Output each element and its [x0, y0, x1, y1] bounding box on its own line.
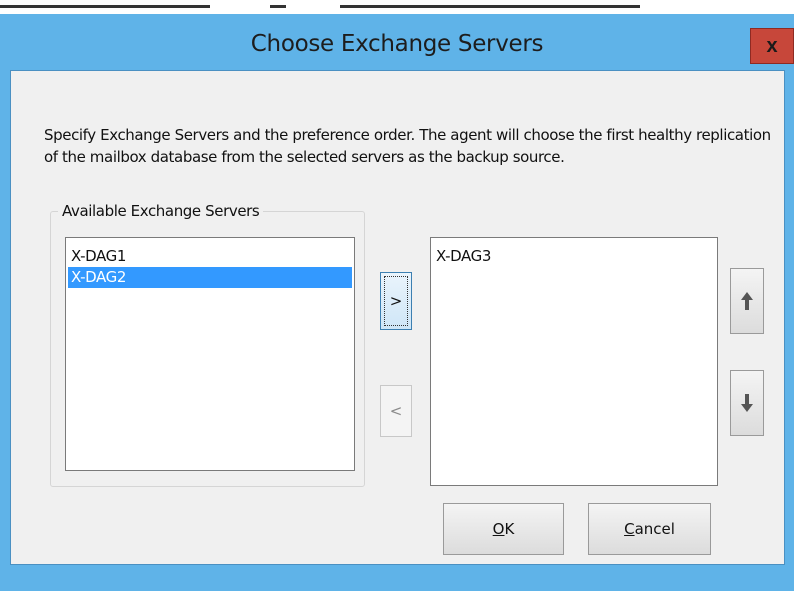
arrow-up-icon: [740, 291, 754, 311]
description-line-2: of the mailbox database from the selecte…: [44, 148, 565, 166]
list-item-x-dag3[interactable]: X-DAG3: [433, 246, 715, 267]
move-right-button[interactable]: >: [380, 272, 412, 330]
background-window-strip: [0, 0, 794, 14]
description-text: Specify Exchange Servers and the prefere…: [44, 124, 774, 168]
available-servers-label: Available Exchange Servers: [58, 202, 264, 220]
cancel-button[interactable]: Cancel: [588, 503, 711, 555]
move-right-label: >: [389, 292, 403, 310]
description-line-1: Specify Exchange Servers and the prefere…: [44, 126, 771, 144]
move-left-label: <: [389, 402, 403, 420]
move-down-button[interactable]: [730, 370, 764, 436]
move-up-button[interactable]: [730, 268, 764, 334]
close-icon: x: [766, 34, 778, 57]
list-item-x-dag2[interactable]: X-DAG2: [68, 267, 352, 288]
move-left-button[interactable]: <: [380, 385, 412, 437]
dialog-title: Choose Exchange Servers: [250, 31, 544, 57]
list-item-x-dag1[interactable]: X-DAG1: [68, 246, 352, 267]
focus-rectangle: >: [384, 276, 408, 326]
ok-button[interactable]: OK: [443, 503, 564, 555]
ok-label: OK: [492, 520, 515, 538]
available-servers-list[interactable]: X-DAG1 X-DAG2: [65, 237, 355, 471]
close-button[interactable]: x: [750, 28, 794, 64]
selected-servers-list[interactable]: X-DAG3: [430, 237, 718, 486]
arrow-down-icon: [740, 393, 754, 413]
cancel-label: Cancel: [624, 520, 675, 538]
